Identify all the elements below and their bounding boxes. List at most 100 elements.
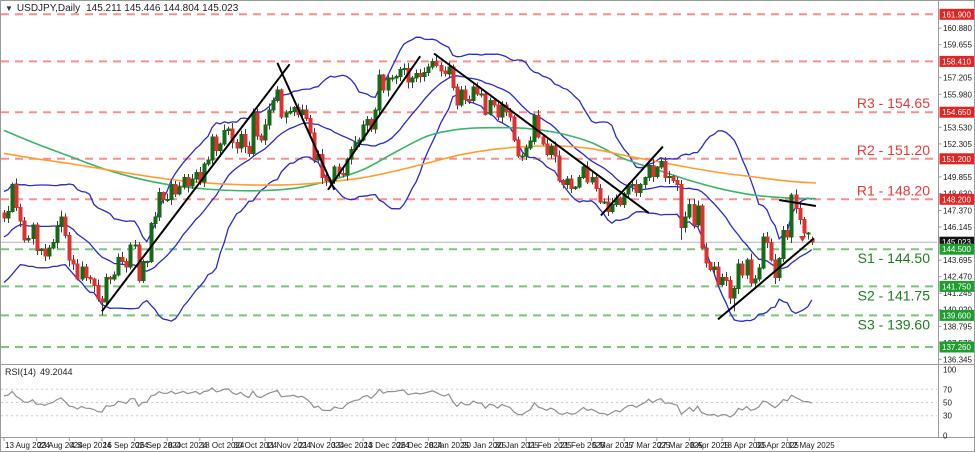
trendline[interactable]: [277, 63, 334, 190]
bullish-candle-body: [240, 135, 243, 149]
axis-level-badge-label: 154.650: [942, 108, 971, 117]
bullish-candle-body: [195, 172, 198, 179]
bullish-candle-body: [158, 193, 161, 217]
bullish-candle-body: [268, 110, 271, 125]
price-axis-tick-label: 142.470: [943, 273, 972, 282]
trendline[interactable]: [102, 64, 290, 311]
bullish-candle-body: [391, 78, 394, 79]
bullish-candle-body: [178, 187, 181, 194]
bullish-candle-body: [489, 101, 492, 115]
bullish-candle-body: [427, 67, 430, 72]
price-axis: 160.880159.655157.205155.980153.530152.3…: [939, 9, 975, 365]
bullish-candle-body: [566, 179, 569, 184]
axis-level-badge-label: 139.600: [942, 311, 971, 320]
bullish-candle-body: [411, 78, 414, 82]
bullish-candle-body: [11, 184, 14, 211]
bullish-candle-body: [211, 137, 214, 160]
chart-canvas[interactable]: R3 - 154.65 R2 - 151.20 R1 - 148.20 S1 - 14…: [1, 1, 975, 452]
price-axis-tick-label: 153.530: [943, 123, 972, 132]
bullish-candle-body: [611, 205, 614, 212]
bearish-candle-body: [325, 178, 328, 181]
bullish-candle-body: [113, 275, 116, 279]
axis-level-badge-label: 148.200: [942, 195, 971, 204]
rsi-value: 49.2044: [40, 367, 73, 377]
bullish-candle-body: [170, 184, 173, 199]
bearish-candle-body: [419, 74, 422, 77]
rsi-axis-label: 50: [943, 399, 952, 408]
resistance-label: R1 - 148.20: [857, 182, 930, 198]
price-marker-arrow: [799, 236, 806, 242]
bearish-candle-body: [260, 136, 263, 140]
bearish-candle-body: [701, 206, 704, 248]
bullish-candle-body: [480, 94, 483, 95]
bearish-candle-body: [68, 236, 71, 260]
bullish-candle-body: [521, 156, 524, 157]
trendline[interactable]: [718, 238, 814, 319]
trendline[interactable]: [434, 54, 649, 213]
bearish-candle-body: [468, 99, 471, 100]
resistance-label: R3 - 154.65: [857, 95, 930, 111]
bullish-candle-body: [733, 288, 736, 298]
axis-level-badge-label: 137.260: [942, 343, 971, 352]
bearish-candle-body: [64, 217, 67, 236]
ma-green-fast: [4, 128, 816, 199]
bullish-candle-body: [154, 217, 157, 224]
bearish-candle-body: [680, 184, 683, 227]
bullish-candle-body: [395, 76, 398, 77]
price-axis-tick-label: 136.345: [943, 355, 972, 364]
bullish-candle-body: [574, 187, 577, 188]
bearish-candle-body: [121, 257, 124, 261]
bearish-candle-body: [456, 87, 459, 105]
bullish-candle-body: [721, 278, 724, 285]
bearish-candle-body: [799, 209, 802, 220]
bullish-candle-body: [252, 113, 255, 153]
bearish-candle-body: [248, 147, 251, 154]
one-click-trading-arrow[interactable]: ▼: [5, 4, 13, 13]
bearish-candle-body: [162, 193, 165, 200]
bearish-candle-body: [464, 90, 467, 100]
bullish-candle-body: [648, 166, 651, 178]
bearish-candle-body: [23, 221, 26, 240]
bearish-candle-body: [558, 156, 561, 180]
bearish-candle-body: [305, 110, 308, 118]
resistance-label: R2 - 151.20: [857, 142, 930, 158]
bearish-candle-body: [109, 278, 112, 279]
bearish-candle-body: [187, 178, 190, 186]
axis-level-badge-label: 161.900: [942, 10, 971, 19]
bullish-candle-body: [754, 279, 757, 283]
bullish-candle-body: [105, 278, 108, 302]
price-axis-tick-label: 155.980: [943, 90, 972, 99]
bearish-candle-body: [125, 261, 128, 266]
bullish-candle-body: [146, 261, 149, 262]
bearish-candle-body: [741, 264, 744, 275]
time-axis[interactable]: 13 Aug 202423 Aug 20244 Sep 202416 Sep 2…: [4, 438, 835, 451]
candles-layer: [3, 56, 814, 316]
bullish-candle-body: [191, 179, 194, 186]
bullish-candle-body: [460, 90, 463, 105]
mt4-chart-window[interactable]: R3 - 154.65 R2 - 151.20 R1 - 148.20 S1 - 14…: [0, 0, 975, 452]
moving-averages-layer: [4, 128, 816, 199]
bullish-candle-body: [60, 217, 63, 227]
bullish-candle-body: [52, 243, 55, 248]
bearish-candle-body: [76, 264, 79, 279]
bullish-candle-body: [32, 225, 35, 239]
bullish-candle-body: [529, 141, 532, 148]
bullish-candle-body: [660, 162, 663, 167]
bullish-candle-body: [762, 237, 765, 268]
bearish-candle-body: [85, 267, 88, 278]
trendline[interactable]: [328, 56, 420, 190]
bullish-candle-body: [142, 261, 145, 280]
support-label: S1 - 144.50: [858, 250, 931, 266]
bearish-candle-body: [537, 116, 540, 138]
bullish-candle-body: [746, 260, 749, 275]
bullish-candle-body: [183, 178, 186, 188]
bullish-candle-body: [289, 112, 292, 113]
price-axis-tick-label: 159.655: [943, 41, 972, 50]
bullish-candle-body: [807, 233, 810, 234]
bullish-candle-body: [782, 230, 785, 258]
bearish-candle-body: [309, 118, 312, 133]
bearish-candle-body: [89, 278, 92, 279]
rsi-name: RSI(14): [5, 367, 36, 377]
rsi-pane: 1007050300: [1, 366, 957, 441]
bearish-candle-body: [542, 137, 545, 144]
